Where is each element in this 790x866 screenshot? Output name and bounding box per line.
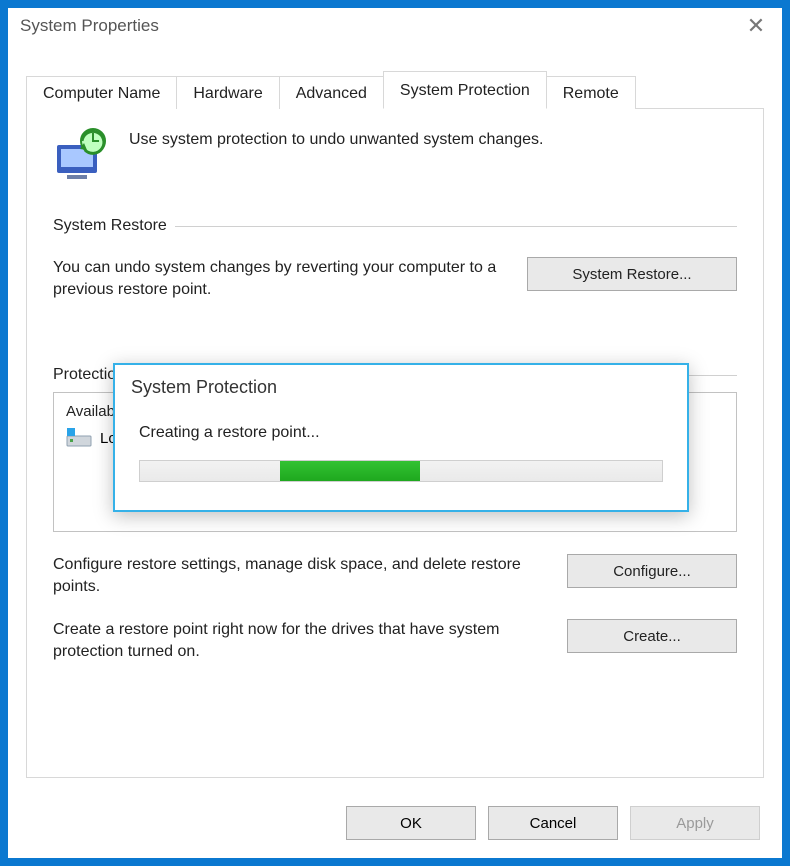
system-restore-header: System Restore <box>53 217 737 235</box>
tab-row: Computer Name Hardware Advanced System P… <box>26 68 764 108</box>
system-restore-text: You can undo system changes by reverting… <box>53 257 507 300</box>
ok-button[interactable]: OK <box>346 806 476 840</box>
dialog-body: Creating a restore point... <box>115 408 687 510</box>
progress-bar <box>139 460 663 482</box>
configure-row: Configure restore settings, manage disk … <box>53 554 737 597</box>
tab-advanced[interactable]: Advanced <box>279 76 384 109</box>
tab-remote[interactable]: Remote <box>546 76 636 109</box>
configure-text: Configure restore settings, manage disk … <box>53 554 547 597</box>
titlebar: System Properties ✕ <box>8 8 782 44</box>
tab-system-protection[interactable]: System Protection <box>383 71 547 109</box>
button-bar: OK Cancel Apply <box>8 806 782 840</box>
create-text: Create a restore point right now for the… <box>53 619 547 662</box>
drive-icon <box>66 428 92 448</box>
intro-text: Use system protection to undo unwanted s… <box>129 127 543 149</box>
divider <box>175 226 737 227</box>
dialog-title: System Protection <box>115 365 687 408</box>
tab-computer-name[interactable]: Computer Name <box>26 76 177 109</box>
dialog-status-text: Creating a restore point... <box>139 424 663 442</box>
create-button[interactable]: Create... <box>567 619 737 653</box>
system-restore-title: System Restore <box>53 217 167 235</box>
system-protection-icon <box>53 127 109 183</box>
system-protection-dialog: System Protection Creating a restore poi… <box>113 363 689 512</box>
apply-button: Apply <box>630 806 760 840</box>
window-title: System Properties <box>20 16 159 36</box>
system-restore-button[interactable]: System Restore... <box>527 257 737 291</box>
intro-row: Use system protection to undo unwanted s… <box>53 127 737 183</box>
close-icon[interactable]: ✕ <box>742 13 770 39</box>
system-restore-row: You can undo system changes by reverting… <box>53 257 737 300</box>
tab-hardware[interactable]: Hardware <box>176 76 279 109</box>
system-properties-window: System Properties ✕ Computer Name Hardwa… <box>0 0 790 866</box>
progress-chunk <box>280 461 420 481</box>
configure-button[interactable]: Configure... <box>567 554 737 588</box>
cancel-button[interactable]: Cancel <box>488 806 618 840</box>
create-row: Create a restore point right now for the… <box>53 619 737 662</box>
